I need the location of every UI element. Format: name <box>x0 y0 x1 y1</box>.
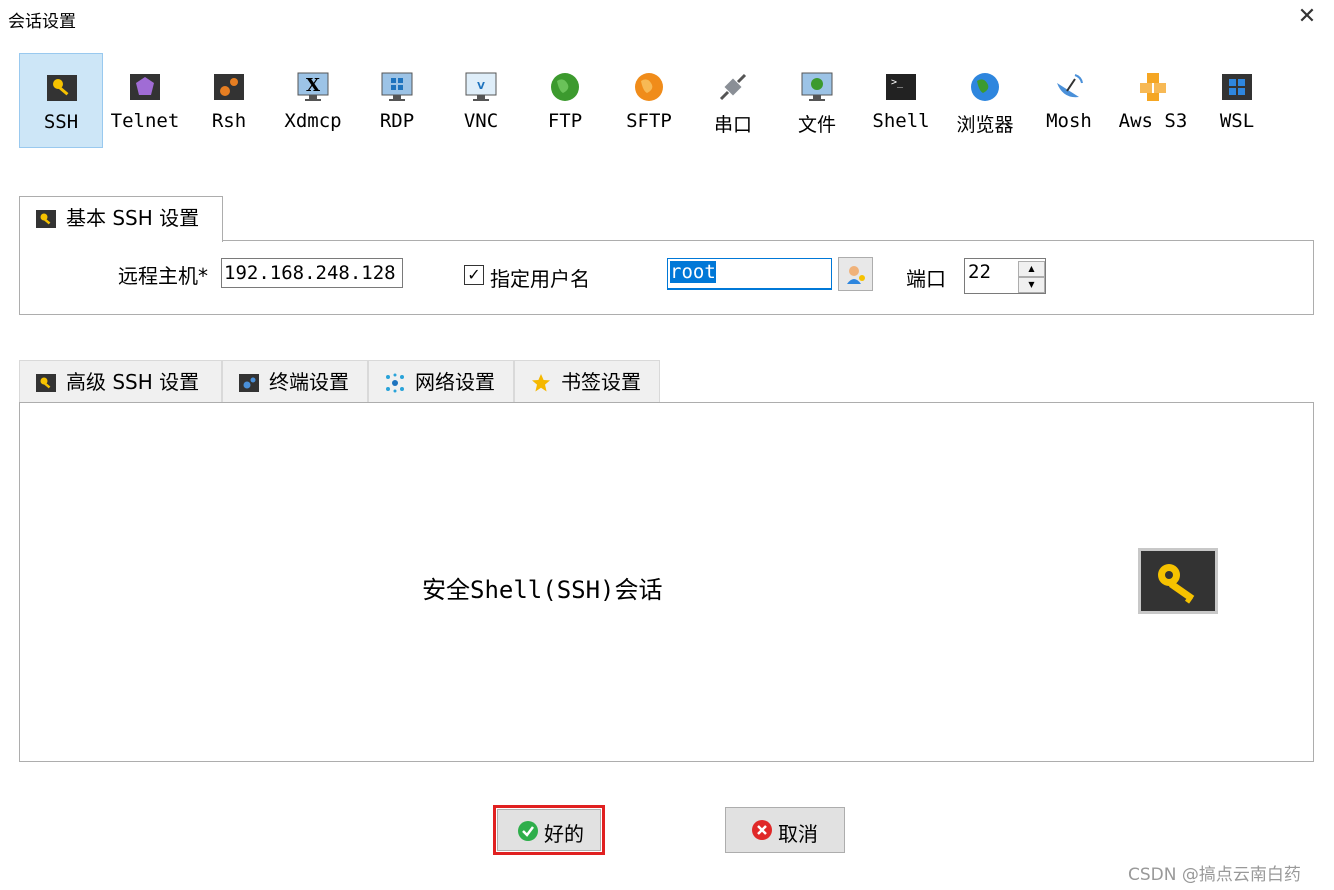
watermark: CSDN @搞点云南白药 <box>1128 865 1301 885</box>
session-type-sftp[interactable]: SFTP <box>607 53 691 148</box>
user-key-icon <box>847 266 865 284</box>
orange-globe-icon <box>635 73 663 101</box>
tab-label: 书签设置 <box>561 370 641 394</box>
session-type-label: WSL <box>1219 110 1255 132</box>
remote-host-label: 远程主机* <box>118 264 208 288</box>
serial-plug-icon <box>719 73 747 101</box>
session-type-serial[interactable]: 串口 <box>691 53 775 148</box>
port-label: 端口 <box>906 267 946 291</box>
session-type-wsl[interactable]: WSL <box>1195 53 1279 148</box>
session-type-rsh[interactable]: Rsh <box>187 53 271 148</box>
ok-button[interactable]: 好的 <box>497 809 601 851</box>
ok-button-label: 好的 <box>544 822 584 846</box>
ssh-key-image <box>1138 548 1218 614</box>
tab-bookmark-settings[interactable]: 书签设置 <box>514 360 660 402</box>
file-monitor-icon <box>801 72 833 101</box>
satellite-dish-icon <box>1057 74 1083 98</box>
svg-text:V: V <box>477 81 485 92</box>
session-type-xdmcp[interactable]: X Xdmcp <box>271 53 355 148</box>
terminal-icon: >_ <box>886 74 916 100</box>
key-icon <box>1158 564 1195 604</box>
session-type-aws-s3[interactable]: Aws S3 <box>1111 53 1195 148</box>
session-type-mosh[interactable]: Mosh <box>1027 53 1111 148</box>
session-type-bar: SSH Telnet Rsh X Xdmcp RDP V VNC FTP SFT… <box>19 53 1279 148</box>
session-type-shell[interactable]: >_ Shell <box>859 53 943 148</box>
green-globe-icon <box>551 73 579 101</box>
close-icon[interactable]: ✕ <box>1296 6 1318 28</box>
username-value: root <box>670 261 716 283</box>
tab-basic-ssh-settings[interactable]: 基本 SSH 设置 <box>19 196 223 242</box>
session-type-label: RDP <box>379 110 415 132</box>
aws-cubes-icon <box>1140 73 1166 101</box>
window-title: 会话设置 <box>8 12 76 32</box>
wsl-windows-icon <box>1222 74 1252 100</box>
cancel-icon <box>752 820 772 840</box>
terminal-settings-icon <box>239 374 259 392</box>
x-display-icon: X <box>297 72 329 101</box>
port-up-button[interactable]: ▲ <box>1018 261 1045 277</box>
session-type-browser[interactable]: 浏览器 <box>943 53 1027 148</box>
session-type-label: SFTP <box>626 110 672 132</box>
session-type-label: Aws S3 <box>1118 110 1188 132</box>
advanced-settings-panel <box>19 402 1314 762</box>
network-icon <box>386 373 404 393</box>
gears-icon <box>214 74 244 100</box>
star-icon <box>532 374 550 392</box>
key-icon <box>36 210 56 228</box>
svg-text:>_: >_ <box>891 77 904 88</box>
session-type-label: 串口 <box>713 114 752 136</box>
tab-label: 高级 SSH 设置 <box>66 370 200 394</box>
tab-terminal-settings[interactable]: 终端设置 <box>222 360 368 402</box>
key-icon <box>47 75 77 101</box>
svg-text:X: X <box>306 75 320 96</box>
session-type-label: Rsh <box>211 110 247 132</box>
session-type-label: Xdmcp <box>284 110 342 132</box>
user-manager-button[interactable] <box>838 257 873 291</box>
specify-username-checkbox[interactable]: ✓ <box>464 265 484 285</box>
vnc-monitor-icon: V <box>465 72 497 101</box>
session-type-telnet[interactable]: Telnet <box>103 53 187 148</box>
session-type-label: Shell <box>872 110 930 132</box>
tab-advanced-ssh-settings[interactable]: 高级 SSH 设置 <box>19 360 222 402</box>
session-type-ftp[interactable]: FTP <box>523 53 607 148</box>
session-type-ssh[interactable]: SSH <box>19 53 103 148</box>
session-type-label: 文件 <box>797 114 836 136</box>
gem-icon <box>130 74 160 100</box>
browser-globe-icon <box>971 73 999 101</box>
tab-label: 网络设置 <box>415 370 495 394</box>
cancel-button[interactable]: 取消 <box>725 807 845 853</box>
session-type-vnc[interactable]: V VNC <box>439 53 523 148</box>
key-icon <box>36 374 56 392</box>
port-stepper[interactable]: 22 ▲ ▼ <box>964 258 1046 294</box>
session-type-label: Mosh <box>1046 110 1092 132</box>
session-type-file[interactable]: 文件 <box>775 53 859 148</box>
session-type-label: VNC <box>463 110 499 132</box>
username-input[interactable]: root <box>667 258 832 290</box>
check-icon <box>518 821 538 841</box>
port-value: 22 <box>968 261 991 283</box>
tab-label: 基本 SSH 设置 <box>66 206 200 230</box>
cancel-button-label: 取消 <box>778 822 818 846</box>
session-type-label: SSH <box>43 111 79 133</box>
session-type-rdp[interactable]: RDP <box>355 53 439 148</box>
port-down-button[interactable]: ▼ <box>1018 277 1045 293</box>
session-type-label: 浏览器 <box>956 114 1014 136</box>
specify-username-label: 指定用户名 <box>490 267 590 291</box>
session-description: 安全Shell(SSH)会话 <box>422 576 663 604</box>
windows-monitor-icon <box>381 72 413 101</box>
session-type-label: FTP <box>547 110 583 132</box>
session-type-label: Telnet <box>110 110 180 132</box>
tab-network-settings[interactable]: 网络设置 <box>368 360 514 402</box>
remote-host-input[interactable] <box>221 258 403 288</box>
tab-label: 终端设置 <box>269 370 349 394</box>
